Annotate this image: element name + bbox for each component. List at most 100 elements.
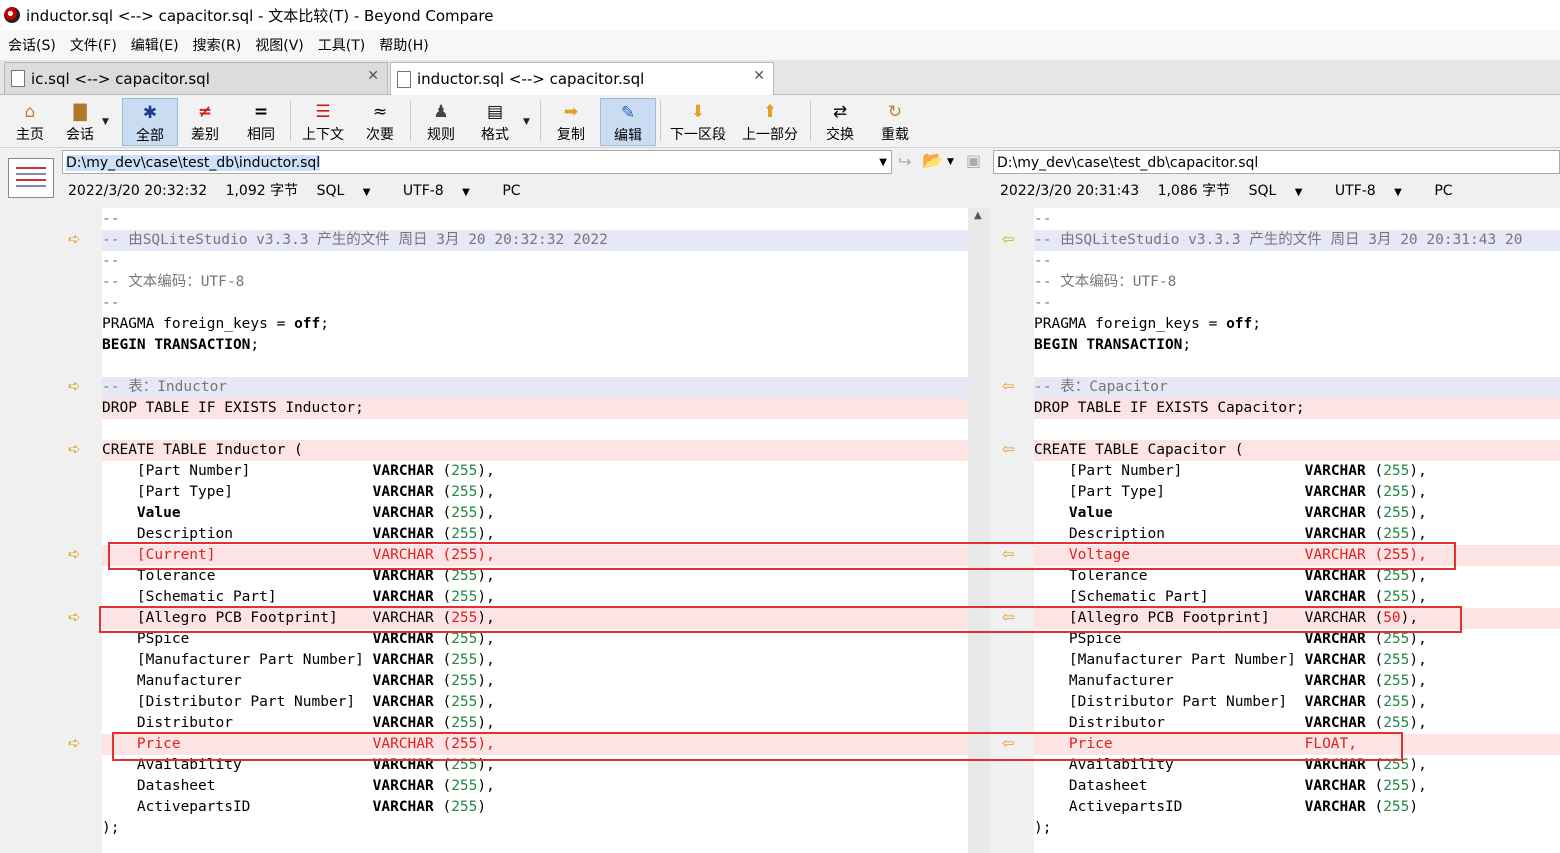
left-code-line[interactable]: ActivepartsID VARCHAR (255) (102, 797, 968, 818)
left-code-line[interactable]: [Distributor Part Number] VARCHAR (255), (102, 692, 968, 713)
swap-button[interactable]: ⇄ 交换 (818, 98, 862, 144)
close-icon[interactable]: ✕ (367, 68, 379, 84)
arrow-right-icon[interactable]: ➪ (68, 230, 81, 248)
left-code-line[interactable]: -- 表：Inductor (102, 377, 968, 398)
folder-open-icon[interactable]: 📂 (922, 151, 943, 171)
arrow-left-icon[interactable]: ⇦ (1002, 377, 1015, 395)
chevron-down-icon[interactable]: ▼ (102, 117, 109, 127)
right-code-line[interactable]: Distributor VARCHAR (255), (1034, 713, 1560, 734)
tab-ic-capacitor[interactable]: ic.sql <--> capacitor.sql ✕ (4, 62, 388, 94)
left-code-line[interactable]: Datasheet VARCHAR (255), (102, 776, 968, 797)
right-code-line[interactable]: BEGIN TRANSACTION; (1034, 335, 1560, 356)
left-code-line[interactable]: -- (102, 209, 968, 230)
right-code-line[interactable]: [Manufacturer Part Number] VARCHAR (255)… (1034, 650, 1560, 671)
copy-button[interactable]: ➡ 复制 (548, 98, 594, 144)
menu-help[interactable]: 帮助(H) (371, 35, 434, 55)
minor-button[interactable]: ≈ 次要 (358, 98, 402, 144)
left-code-line[interactable]: PRAGMA foreign_keys = off; (102, 314, 968, 335)
chevron-down-icon[interactable]: ▼ (947, 157, 954, 167)
right-code-line[interactable]: ); (1034, 818, 1560, 839)
right-code-line[interactable]: -- 表：Capacitor (1034, 377, 1560, 398)
menu-search[interactable]: 搜索(R) (185, 35, 248, 55)
left-path-input[interactable]: D:\my_dev\case\test_db\inductor.sql ▼ (62, 150, 892, 174)
right-code-line[interactable]: PRAGMA foreign_keys = off; (1034, 314, 1560, 335)
next-section-button[interactable]: ⬇ 下一区段 (666, 98, 730, 144)
show-all-button[interactable]: ✱ 全部 (122, 98, 178, 146)
left-code-line[interactable]: -- 文本编码：UTF-8 (102, 272, 968, 293)
right-code-line[interactable]: -- (1034, 251, 1560, 272)
context-icon: ☰ (315, 102, 331, 122)
arrow-right-icon[interactable]: ➪ (68, 608, 81, 626)
tab-inductor-capacitor[interactable]: inductor.sql <--> capacitor.sql ✕ (390, 62, 774, 95)
chevron-down-icon[interactable]: ▼ (879, 151, 887, 175)
left-code-line[interactable] (102, 419, 968, 440)
show-diffs-button[interactable]: ≠ 差别 (182, 98, 228, 144)
right-code-line[interactable]: [Distributor Part Number] VARCHAR (255), (1034, 692, 1560, 713)
right-code-line[interactable]: Datasheet VARCHAR (255), (1034, 776, 1560, 797)
left-code-line[interactable] (102, 356, 968, 377)
right-code-line[interactable]: CREATE TABLE Capacitor ( (1034, 440, 1560, 461)
left-code-line[interactable]: Manufacturer VARCHAR (255), (102, 671, 968, 692)
close-icon[interactable]: ✕ (753, 68, 765, 84)
left-code-line[interactable]: [Schematic Part] VARCHAR (255), (102, 587, 968, 608)
left-syntax[interactable]: SQL ▼ (317, 183, 385, 199)
separator (810, 101, 811, 141)
session-button[interactable]: ▇ 会话 (58, 98, 102, 144)
right-code-line[interactable]: -- 文本编码：UTF-8 (1034, 272, 1560, 293)
left-code-line[interactable]: [Part Number] VARCHAR (255), (102, 461, 968, 482)
right-code-line[interactable]: Manufacturer VARCHAR (255), (1034, 671, 1560, 692)
left-code-line[interactable]: -- (102, 251, 968, 272)
tab-label: inductor.sql <--> capacitor.sql (417, 70, 645, 88)
left-code-line[interactable]: ); (102, 818, 968, 839)
right-code-line[interactable]: Value VARCHAR (255), (1034, 503, 1560, 524)
right-code-line[interactable]: -- (1034, 209, 1560, 230)
left-code-line[interactable]: CREATE TABLE Inductor ( (102, 440, 968, 461)
right-code-line[interactable]: DROP TABLE IF EXISTS Capacitor; (1034, 398, 1560, 419)
right-code-line[interactable]: -- 由SQLiteStudio v3.3.3 产生的文件 周日 3月 20 2… (1034, 230, 1560, 251)
equal-icon: = (253, 102, 269, 122)
menu-view[interactable]: 视图(V) (247, 35, 310, 55)
left-code-line[interactable]: DROP TABLE IF EXISTS Inductor; (102, 398, 968, 419)
right-code-line[interactable]: -- (1034, 293, 1560, 314)
arrow-left-icon[interactable]: ⇦ (1002, 440, 1015, 458)
right-code-line[interactable]: [Part Type] VARCHAR (255), (1034, 482, 1560, 503)
swap-arrow-icon[interactable]: ↪ (898, 152, 911, 171)
save-icon[interactable]: ▣ (966, 151, 981, 170)
right-code-line[interactable] (1034, 419, 1560, 440)
edit-button[interactable]: ✎ 编辑 (600, 98, 656, 146)
rules-button[interactable]: ♟ 规则 (418, 98, 464, 144)
chevron-down-icon[interactable]: ▼ (523, 117, 530, 127)
left-code-line[interactable]: Value VARCHAR (255), (102, 503, 968, 524)
left-encoding[interactable]: UTF-8 ▼ (403, 183, 484, 199)
show-same-button[interactable]: = 相同 (238, 98, 284, 144)
prev-section-button[interactable]: ⬆ 上一部分 (738, 98, 802, 144)
right-code-line[interactable] (1034, 356, 1560, 377)
left-code-line[interactable]: [Part Type] VARCHAR (255), (102, 482, 968, 503)
context-button[interactable]: ☰ 上下文 (298, 98, 348, 144)
menu-file[interactable]: 文件(F) (62, 35, 123, 55)
right-encoding[interactable]: UTF-8 ▼ (1335, 183, 1416, 199)
right-syntax[interactable]: SQL ▼ (1249, 183, 1317, 199)
left-code-line[interactable]: -- (102, 293, 968, 314)
left-code-line[interactable]: -- 由SQLiteStudio v3.3.3 产生的文件 周日 3月 20 2… (102, 230, 968, 251)
arrow-right-icon[interactable]: ➪ (68, 440, 81, 458)
menu-tools[interactable]: 工具(T) (310, 35, 371, 55)
right-path-input[interactable]: D:\my_dev\case\test_db\capacitor.sql (993, 150, 1560, 174)
right-code-line[interactable]: [Part Number] VARCHAR (255), (1034, 461, 1560, 482)
left-code-line[interactable]: Distributor VARCHAR (255), (102, 713, 968, 734)
right-code-line[interactable]: [Schematic Part] VARCHAR (255), (1034, 587, 1560, 608)
left-code-line[interactable]: BEGIN TRANSACTION; (102, 335, 968, 356)
menu-edit[interactable]: 编辑(E) (123, 35, 185, 55)
reload-button[interactable]: ↻ 重载 (872, 98, 918, 144)
arrow-right-icon[interactable]: ➪ (68, 545, 81, 563)
home-button[interactable]: ⌂ 主页 (8, 98, 52, 144)
arrow-left-icon[interactable]: ⇦ (1002, 230, 1015, 248)
scroll-up-icon[interactable]: ▲ (974, 210, 982, 221)
format-button[interactable]: ▤ 格式 (472, 98, 518, 144)
arrow-right-icon[interactable]: ➪ (68, 734, 81, 752)
left-code-line[interactable]: [Manufacturer Part Number] VARCHAR (255)… (102, 650, 968, 671)
arrow-right-icon[interactable]: ➪ (68, 377, 81, 395)
menu-session[interactable]: 会话(S) (0, 35, 62, 55)
highlight-box-footprint (99, 606, 1462, 633)
right-code-line[interactable]: ActivepartsID VARCHAR (255) (1034, 797, 1560, 818)
